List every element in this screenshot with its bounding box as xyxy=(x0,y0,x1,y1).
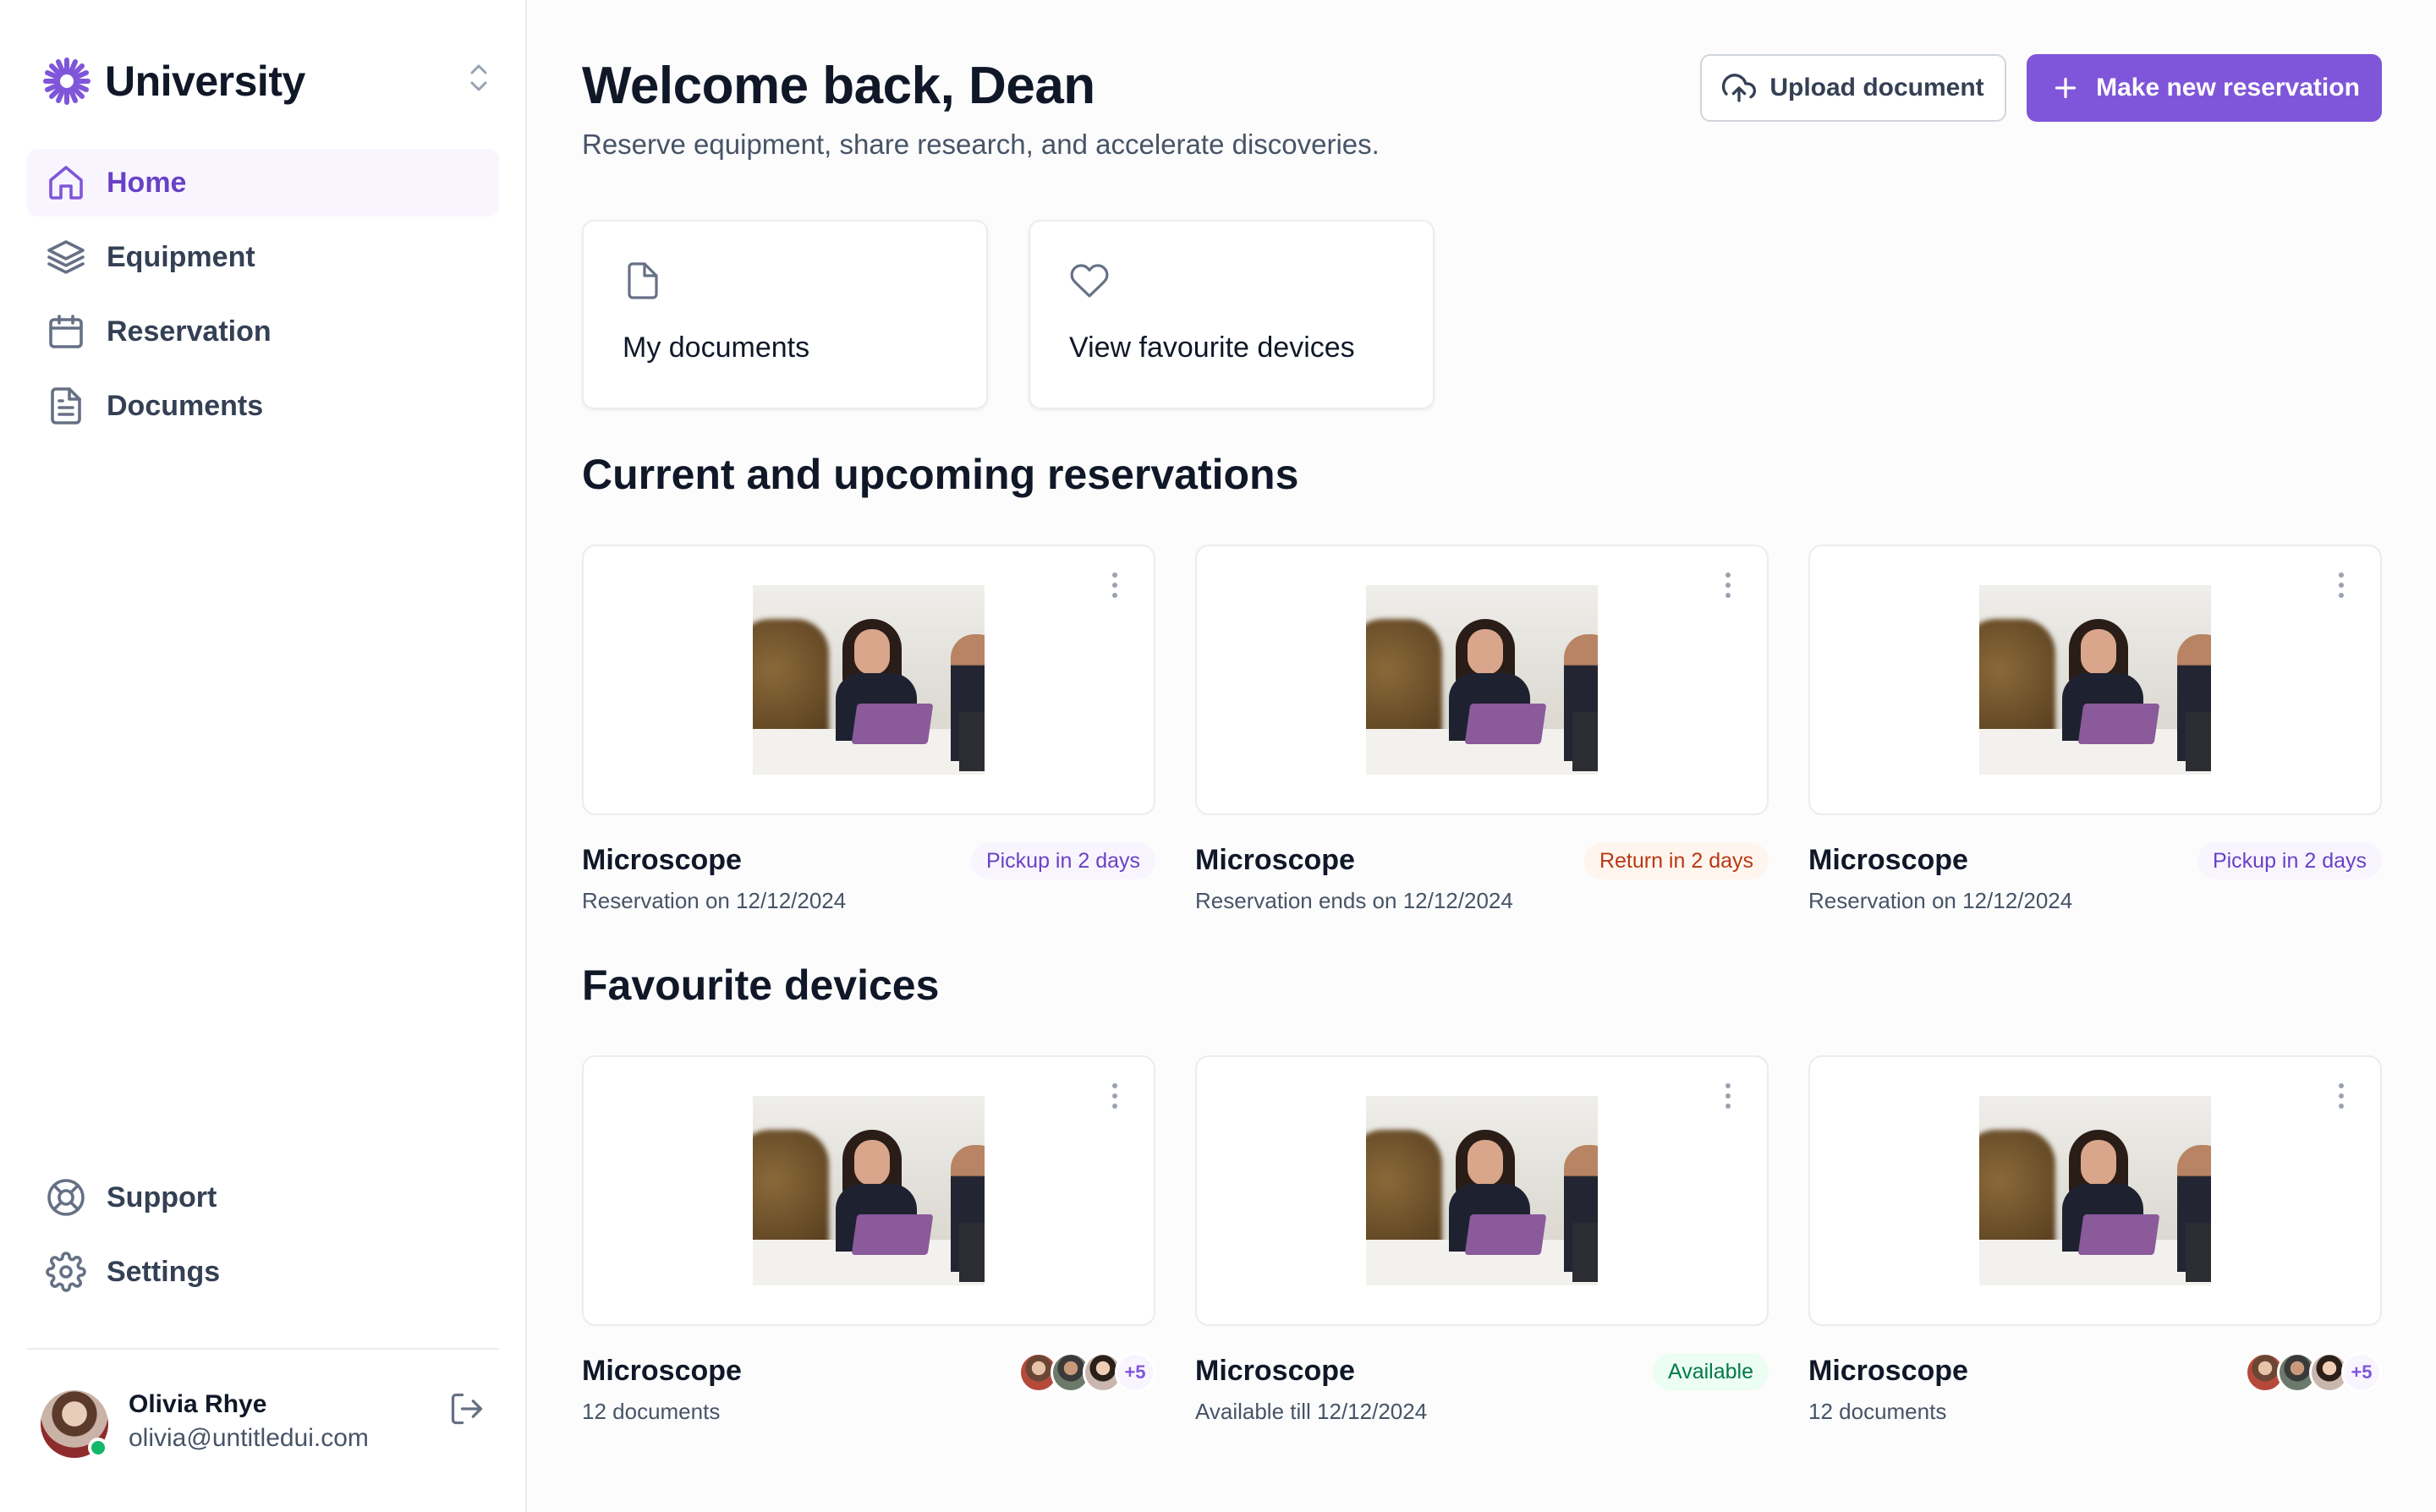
make-new-reservation-label: Make new reservation xyxy=(2096,74,2360,101)
avatar-group[interactable]: +5 xyxy=(1018,1351,1155,1394)
device-thumbnail xyxy=(1195,1055,1769,1326)
document-count: 12 documents xyxy=(1808,1399,1947,1424)
user-email: olivia@untitledui.com xyxy=(129,1424,369,1452)
device-name: Microscope xyxy=(582,1355,742,1387)
sidebar: University Home Equipment Reservation Do… xyxy=(0,0,527,1512)
reservation-date: Reservation on 12/12/2024 xyxy=(582,888,847,913)
avatar-overflow-count: +5 xyxy=(1115,1352,1155,1393)
file-text-icon xyxy=(46,386,86,426)
availability-date: Available till 12/12/2024 xyxy=(1195,1399,1428,1424)
device-thumbnail xyxy=(582,545,1155,815)
upload-document-button[interactable]: Upload document xyxy=(1700,54,2006,122)
sidebar-item-label: Settings xyxy=(107,1255,221,1288)
reservation-date: Reservation ends on 12/12/2024 xyxy=(1195,888,1513,913)
sidebar-nav: Home Equipment Reservation Documents xyxy=(27,149,499,446)
quick-action-label: View favourite devices xyxy=(1069,331,1355,364)
favourites-section-title: Favourite devices xyxy=(582,961,940,1009)
device-name: Microscope xyxy=(1808,844,1968,876)
make-new-reservation-button[interactable]: Make new reservation xyxy=(2027,54,2382,122)
user-profile: Olivia Rhye olivia@untitledui.com xyxy=(41,1387,499,1463)
device-name: Microscope xyxy=(1195,1355,1355,1387)
device-name: Microscope xyxy=(582,844,742,876)
chevron-selector-icon[interactable] xyxy=(464,59,494,96)
device-photo xyxy=(1979,1096,2211,1285)
more-vertical-icon[interactable] xyxy=(2331,1079,2351,1113)
file-icon xyxy=(628,262,658,299)
device-thumbnail xyxy=(1808,1055,2382,1326)
sidebar-item-support[interactable]: Support xyxy=(27,1164,499,1231)
brand-name: University xyxy=(105,58,305,105)
device-name: Microscope xyxy=(1808,1355,1968,1387)
device-photo xyxy=(1366,585,1598,775)
online-status-dot xyxy=(88,1438,108,1458)
more-vertical-icon[interactable] xyxy=(1105,568,1125,602)
quick-action-my-documents[interactable]: My documents xyxy=(582,220,988,409)
reservations-section-title: Current and upcoming reservations xyxy=(582,451,1299,498)
sidebar-divider xyxy=(27,1348,499,1350)
document-count: 12 documents xyxy=(582,1399,721,1424)
device-thumbnail xyxy=(582,1055,1155,1326)
sidebar-item-equipment[interactable]: Equipment xyxy=(27,223,499,291)
user-name: Olivia Rhye xyxy=(129,1390,267,1418)
sidebar-item-label: Home xyxy=(107,166,187,199)
more-vertical-icon[interactable] xyxy=(1105,1079,1125,1113)
device-photo xyxy=(1366,1096,1598,1285)
home-icon xyxy=(46,162,86,203)
logout-icon[interactable] xyxy=(448,1390,486,1427)
device-photo xyxy=(753,585,985,775)
sidebar-item-home[interactable]: Home xyxy=(27,149,499,216)
quick-action-favourite-devices[interactable]: View favourite devices xyxy=(1029,220,1435,409)
life-buoy-icon xyxy=(46,1177,86,1218)
sidebar-item-label: Documents xyxy=(107,389,264,422)
brand-logo-icon xyxy=(43,58,91,105)
layers-icon xyxy=(46,237,86,277)
more-vertical-icon[interactable] xyxy=(1718,568,1738,602)
gear-icon xyxy=(46,1252,86,1292)
quick-action-label: My documents xyxy=(623,331,810,364)
more-vertical-icon[interactable] xyxy=(2331,568,2351,602)
status-badge: Pickup in 2 days xyxy=(2197,842,2382,879)
avatar-group[interactable]: +5 xyxy=(2245,1351,2382,1394)
status-badge: Available xyxy=(1652,1353,1769,1390)
heart-icon xyxy=(1070,264,1109,298)
avatar-overflow-count: +5 xyxy=(2341,1352,2382,1393)
upload-document-label: Upload document xyxy=(1769,74,1984,101)
upload-cloud-icon xyxy=(1722,71,1757,105)
device-thumbnail xyxy=(1195,545,1769,815)
brand[interactable]: University xyxy=(42,52,305,110)
more-vertical-icon[interactable] xyxy=(1718,1079,1738,1113)
reservation-date: Reservation on 12/12/2024 xyxy=(1808,888,2073,913)
page-title: Welcome back, Dean xyxy=(582,57,1095,115)
device-name: Microscope xyxy=(1195,844,1355,876)
device-photo xyxy=(1979,585,2211,775)
plus-icon xyxy=(2049,71,2082,105)
sidebar-item-label: Equipment xyxy=(107,240,255,273)
sidebar-item-label: Reservation xyxy=(107,315,272,348)
sidebar-item-label: Support xyxy=(107,1181,217,1213)
device-thumbnail xyxy=(1808,545,2382,815)
sidebar-item-reservation[interactable]: Reservation xyxy=(27,298,499,365)
page-subtitle: Reserve equipment, share research, and a… xyxy=(582,129,1380,160)
device-photo xyxy=(753,1096,985,1285)
status-badge: Return in 2 days xyxy=(1583,842,1769,879)
sidebar-item-documents[interactable]: Documents xyxy=(27,372,499,440)
sidebar-footer-nav: Support Settings xyxy=(27,1164,499,1312)
calendar-icon xyxy=(46,311,86,352)
status-badge: Pickup in 2 days xyxy=(970,842,1155,879)
sidebar-item-settings[interactable]: Settings xyxy=(27,1238,499,1306)
